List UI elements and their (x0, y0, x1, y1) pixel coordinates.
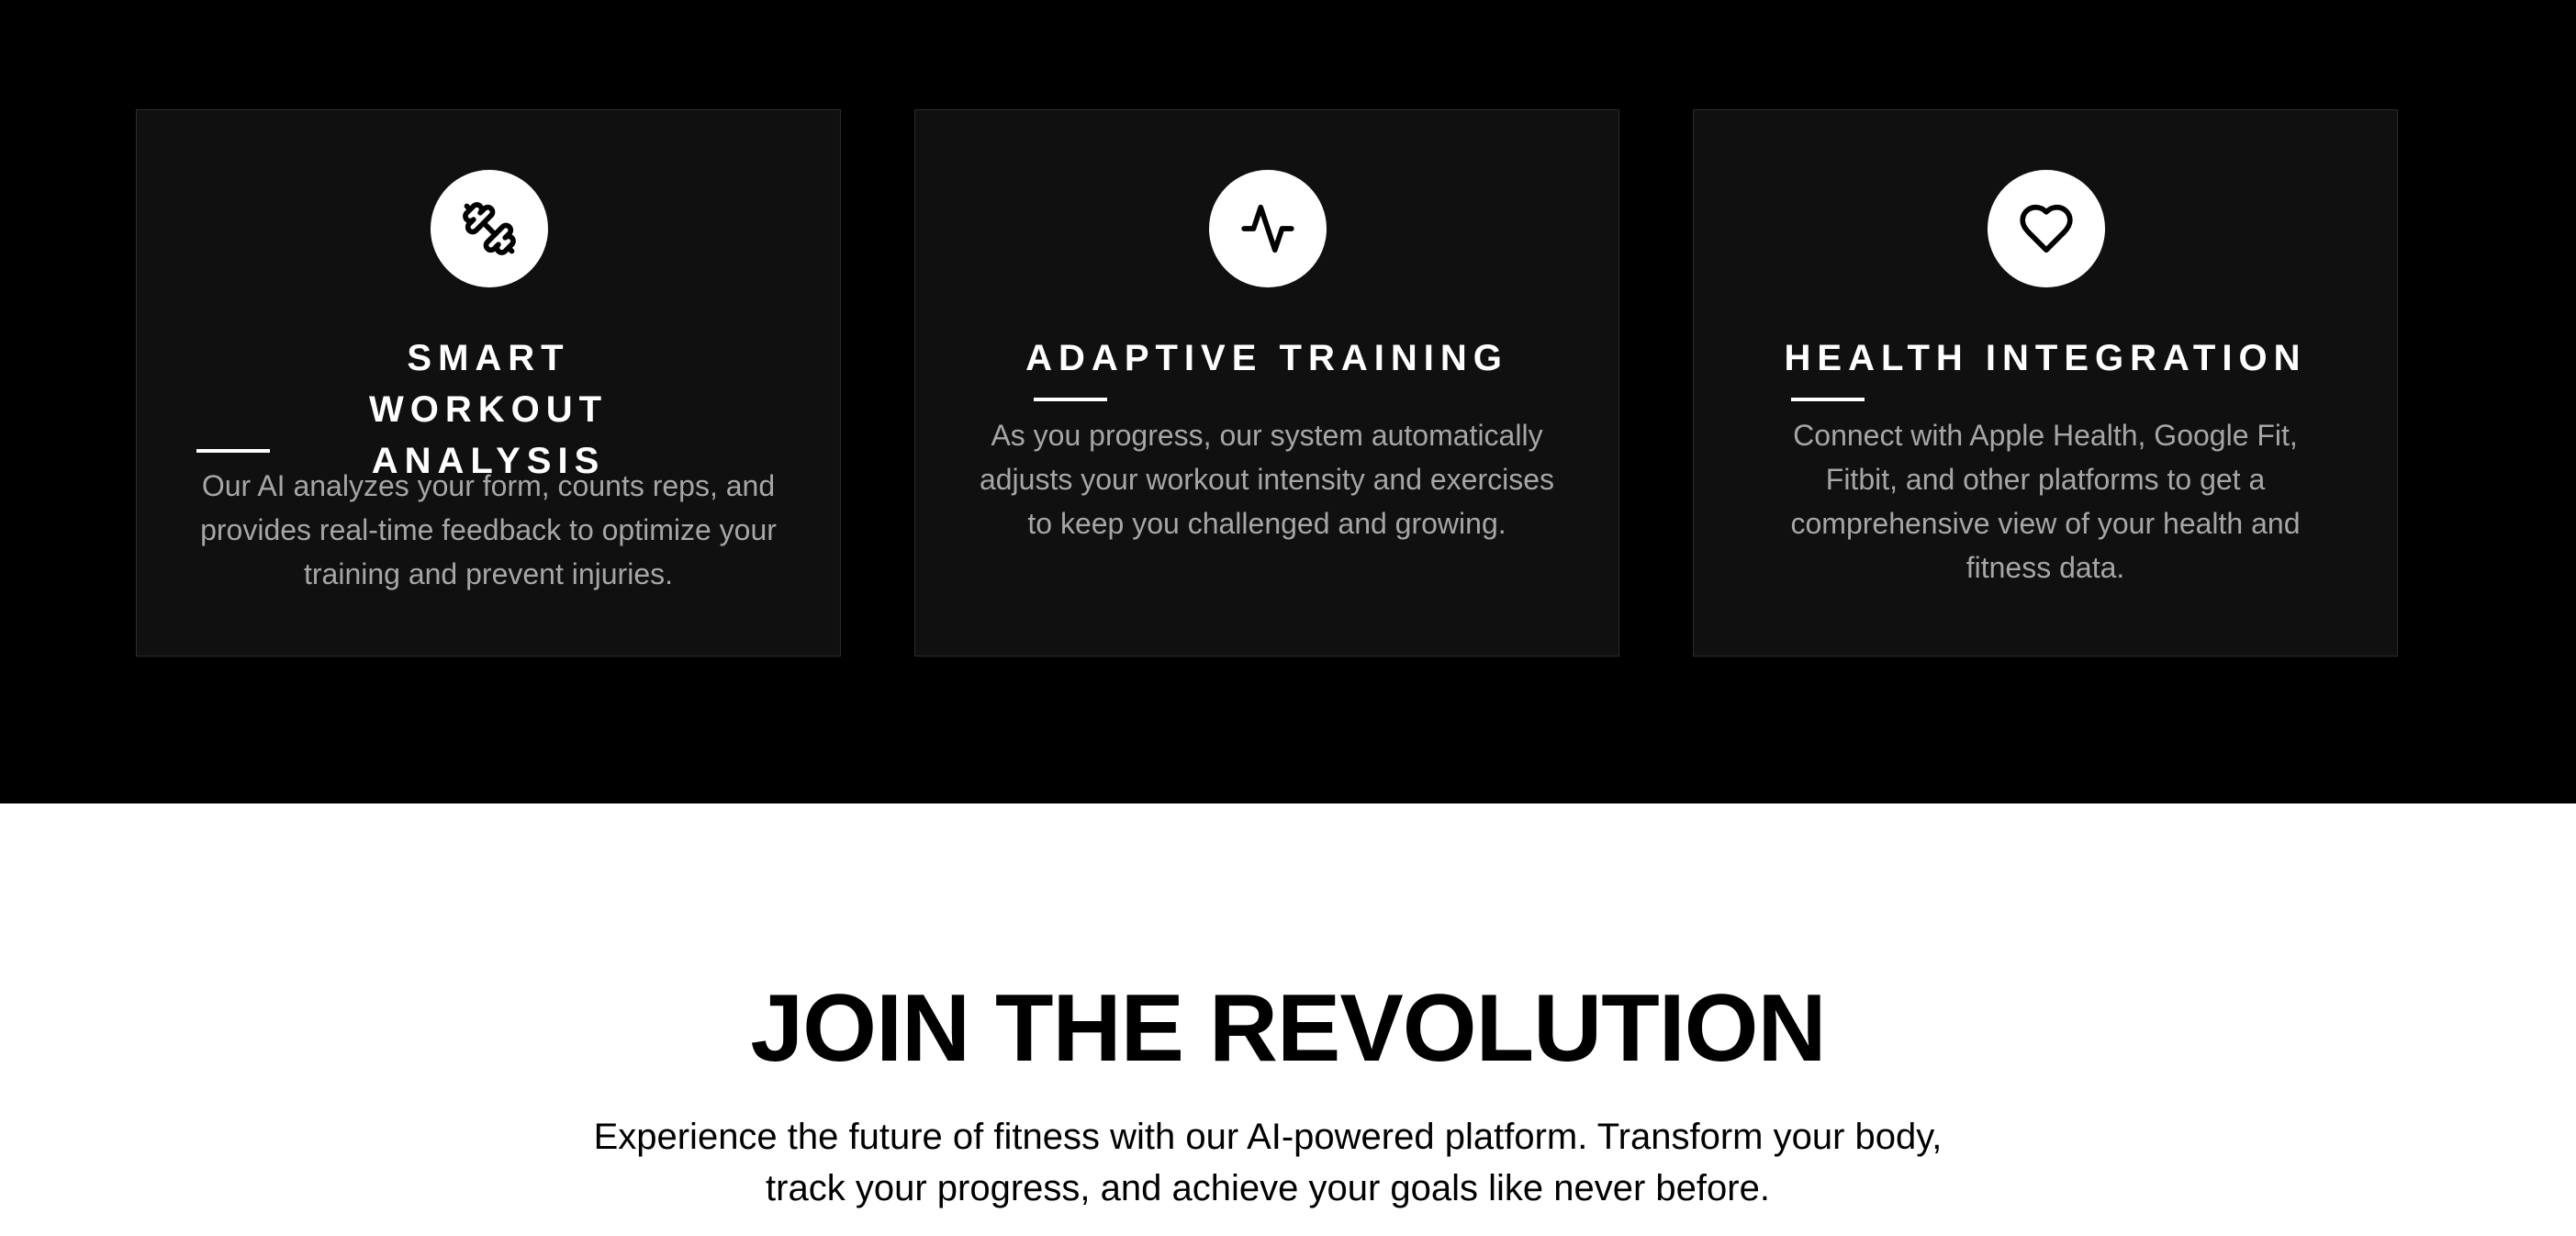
title-underline (1791, 398, 1865, 401)
join-revolution-section: JOIN THE REVOLUTION Experience the futur… (0, 803, 2576, 1236)
feature-card-adaptive-training: ADAPTIVE TRAINING As you progress, our s… (914, 109, 1619, 657)
heart-icon (2020, 204, 2073, 253)
feature-icon-circle (1988, 170, 2105, 287)
feature-icon-circle (1209, 170, 1327, 287)
feature-title: ADAPTIVE TRAINING (1025, 338, 1508, 378)
feature-description: Connect with Apple Health, Google Fit, F… (1790, 419, 2301, 584)
title-underline (1034, 398, 1107, 401)
feature-card-health-integration: HEALTH INTEGRATION Connect with Apple He… (1693, 109, 2398, 657)
section-heading: JOIN THE REVOLUTION (750, 975, 1826, 1082)
feature-card-smart-workout: SMART WORKOUT ANALYSIS Our AI analyzes y… (136, 109, 841, 657)
feature-description: As you progress, our system automaticall… (979, 419, 1555, 540)
dumbbell-icon (463, 202, 516, 255)
feature-title: HEALTH INTEGRATION (1784, 338, 2307, 378)
feature-description: Our AI analyzes your form, counts reps, … (200, 469, 777, 590)
section-subtext: Experience the future of fitness with ou… (593, 1117, 1943, 1208)
title-underline (196, 449, 270, 453)
features-section: SMART WORKOUT ANALYSIS Our AI analyzes y… (0, 0, 2576, 803)
feature-icon-circle (431, 170, 548, 287)
activity-pulse-icon (1241, 204, 1294, 253)
